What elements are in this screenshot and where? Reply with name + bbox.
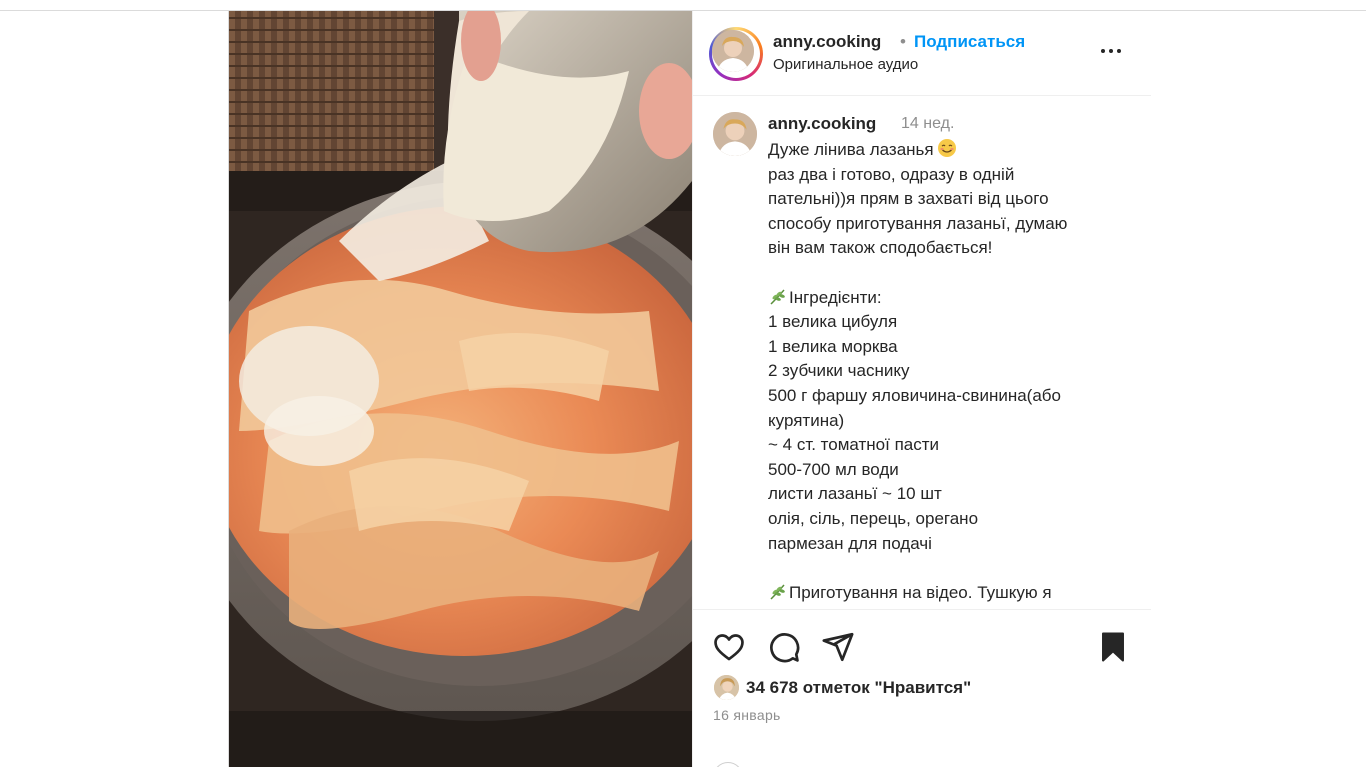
header-separator: • (900, 32, 906, 51)
post-header: anny.cooking • Подписаться Оригинальное … (693, 11, 1151, 96)
caption-line: олія, сіль, перець, орегано (768, 508, 979, 528)
caption-line (768, 556, 1138, 581)
post-dialog: anny.cooking • Подписаться Оригинальное … (228, 11, 1151, 767)
comment-icon[interactable] (767, 630, 801, 664)
caption-line: 2 зубчики часнику (768, 361, 910, 381)
bookmark-icon[interactable] (1096, 630, 1130, 664)
post-video[interactable] (229, 11, 692, 767)
caption-line (768, 261, 1138, 286)
share-icon[interactable] (821, 630, 855, 664)
caption-line: способу приготування лазаньї, думаю (768, 213, 1068, 233)
herb-icon (770, 584, 785, 600)
post-date[interactable]: 16 январь (713, 707, 781, 723)
caption-line: курятина) (768, 410, 845, 430)
heart-icon[interactable] (712, 630, 746, 664)
caption-line: 500-700 мл води (768, 459, 899, 479)
caption-line: пательні))я прям в захваті від цього (768, 189, 1049, 209)
caption-username[interactable]: anny.cooking (768, 114, 876, 134)
author-avatar[interactable] (712, 30, 754, 72)
author-username[interactable]: anny.cooking (773, 32, 881, 52)
caption-line: 500 г фаршу яловичина-свинина(або (768, 385, 1061, 405)
follow-button[interactable]: Подписаться (914, 32, 1025, 52)
post-actions: 34 678 отметок "Нравится" 16 январь (693, 609, 1151, 767)
caption-timestamp[interactable]: 14 нед. (901, 115, 954, 133)
more-options-icon[interactable] (1097, 41, 1127, 61)
likes-count[interactable]: 34 678 отметок "Нравится" (746, 678, 971, 698)
smiling-face-icon (937, 139, 956, 157)
caption-line: пармезан для подачі (768, 533, 932, 553)
caption-line: він вам також сподобається! (768, 238, 993, 258)
caption-text: Дуже лінива лазанья раз два і готово, од… (768, 138, 1138, 609)
caption-line: 1 велика цибуля (768, 312, 898, 332)
herb-icon (770, 289, 785, 305)
post-sidebar: anny.cooking • Подписаться Оригинальное … (692, 11, 1151, 767)
caption-line: 1 велика морква (768, 336, 898, 356)
caption-line: Інгредієнти: (768, 286, 1138, 311)
caption-line: раз два і готово, одразу в одній (768, 164, 1015, 184)
author-avatar-ring[interactable] (709, 27, 763, 81)
caption-section: anny.cooking 14 нед. Дуже лінива лазанья… (693, 97, 1151, 609)
caption-line: листи лазаньї ~ 10 шт (768, 484, 942, 504)
emoji-icon[interactable] (713, 762, 743, 767)
original-audio-link[interactable]: Оригинальное аудио (773, 56, 918, 73)
caption-line: Приготування на відео. Тушкую я (768, 581, 1138, 606)
caption-line: Дуже лінива лазанья (768, 138, 1138, 163)
caption-line: ~ 4 ст. томатної пасти (768, 435, 940, 455)
liker-avatar[interactable] (713, 674, 740, 701)
caption-author-avatar[interactable] (713, 112, 757, 156)
